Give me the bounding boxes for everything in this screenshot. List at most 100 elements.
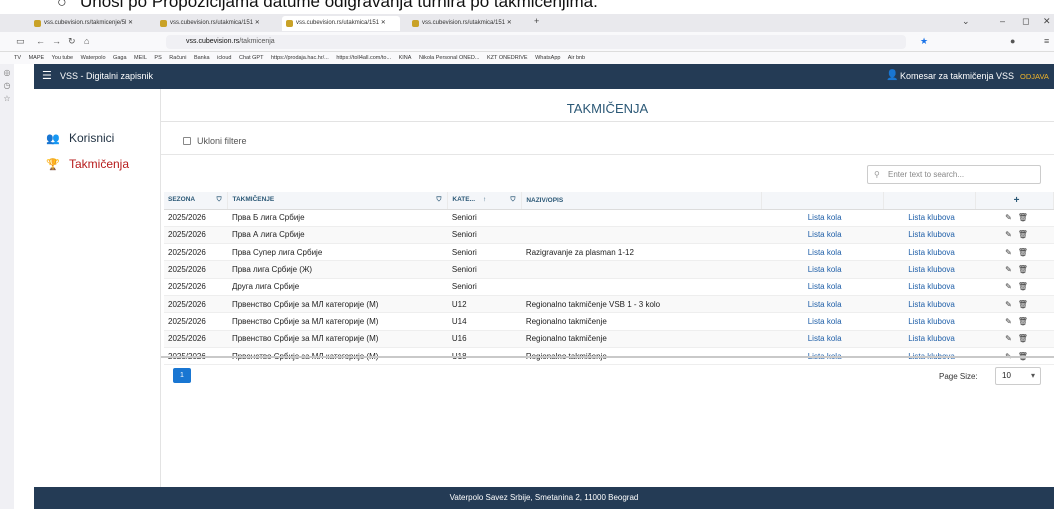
bookmark-item[interactable]: KZT ONEDRIVE — [487, 55, 528, 61]
reload-icon[interactable]: ↻ — [68, 36, 76, 47]
browser-tab[interactable]: vss.cubevision.rs/utakmica/151 ✕ — [156, 16, 274, 31]
document-caption: ○ Unosi po Propozicijama datume odigrava… — [0, 0, 1054, 14]
extensions-icon[interactable]: ● — [1010, 36, 1015, 46]
delete-icon[interactable]: 🗑 — [1018, 300, 1028, 309]
sidebar-toggle-icon[interactable]: ▭ — [16, 36, 25, 47]
table-row: 2025/2026 Прва лига Србије (Ж) Seniori L… — [164, 260, 1054, 279]
column-header-clubs — [883, 192, 977, 210]
sidebar-item-competitions[interactable]: 🏆 Takmičenja — [46, 156, 129, 172]
delete-icon[interactable]: 🗑 — [1018, 213, 1028, 222]
add-button[interactable]: + — [975, 192, 1054, 210]
close-icon[interactable]: ✕ — [1043, 16, 1051, 27]
filter-icon[interactable]: ⛉ — [217, 196, 222, 204]
bookmark-item[interactable]: Banka — [194, 55, 210, 61]
clubs-list-link[interactable]: Lista klubova — [883, 209, 976, 227]
bookmark-item[interactable]: TV — [14, 55, 21, 61]
back-icon[interactable]: ← — [36, 36, 45, 46]
forward-icon[interactable]: → — [52, 36, 61, 46]
rounds-list-link[interactable]: Lista kola — [761, 312, 884, 331]
bookmark-star-icon[interactable]: ★ — [920, 36, 928, 47]
clubs-list-link[interactable]: Lista klubova — [883, 243, 976, 262]
bookmark-item[interactable]: icloud — [217, 55, 231, 61]
edit-icon[interactable]: ✎ — [1005, 265, 1012, 274]
bookmark-item[interactable]: Nikola Personal ONED... — [419, 55, 480, 61]
delete-icon[interactable]: 🗑 — [1018, 230, 1028, 239]
edit-icon[interactable]: ✎ — [1005, 213, 1012, 222]
bookmark-item[interactable]: https://toll4all.com/to... — [336, 55, 391, 61]
menu-icon[interactable]: ≡ — [1044, 36, 1049, 46]
filter-icon[interactable]: ⛉ — [437, 196, 442, 204]
bookmark-item[interactable]: Računi — [169, 55, 186, 61]
logout-button[interactable]: ODJAVA — [1020, 72, 1049, 81]
bullet-icon: ○ — [57, 0, 67, 11]
column-header-rounds — [761, 192, 885, 210]
clubs-list-link[interactable]: Lista klubova — [883, 226, 976, 245]
page-button-current[interactable]: 1 — [173, 368, 191, 383]
bookmark-item[interactable]: MAPE — [29, 55, 45, 61]
caption-text: Unosi po Propozicijama datume odigravanj… — [80, 0, 598, 11]
edit-icon[interactable]: ✎ — [1005, 317, 1012, 326]
bookmark-item[interactable]: PS — [154, 55, 161, 61]
rounds-list-link[interactable]: Lista kola — [761, 260, 884, 279]
delete-icon[interactable]: 🗑 — [1018, 282, 1028, 291]
rounds-list-link[interactable]: Lista kola — [761, 226, 884, 245]
delete-icon[interactable]: 🗑 — [1018, 248, 1028, 257]
bookmark-item[interactable]: https://prodaja.hac.hr/... — [271, 55, 329, 61]
bookmark-item[interactable]: Chat GPT — [239, 55, 263, 61]
delete-icon[interactable]: 🗑 — [1018, 317, 1028, 326]
edit-icon[interactable]: ✎ — [1005, 282, 1012, 291]
sort-ascending-icon[interactable]: ↑ — [483, 196, 486, 203]
rounds-list-link[interactable]: Lista kola — [761, 278, 884, 296]
column-header-category[interactable]: KATE... ↑ ⛉ — [447, 192, 523, 210]
url-field[interactable]: vss.cubevision.rs/takmicenja — [166, 35, 906, 49]
sidebar-item-users[interactable]: 👥 Korisnici — [46, 130, 114, 146]
address-bar-row: ▭ ← → ↻ ⌂ vss.cubevision.rs/takmicenja ★… — [0, 32, 1054, 52]
search-input[interactable]: ⚲ Enter text to search... — [867, 165, 1041, 184]
extension-icon[interactable]: ◎ — [0, 68, 14, 77]
history-icon[interactable]: ◷ — [0, 81, 14, 90]
rounds-list-link[interactable]: Lista kola — [761, 243, 884, 262]
clubs-list-link[interactable]: Lista klubova — [883, 330, 976, 348]
bookmark-item[interactable]: Gaga — [113, 55, 126, 61]
browser-tab[interactable]: vss.cubevision.rs/utakmica/151 ✕ — [408, 16, 526, 31]
bookmark-item[interactable]: KINA — [399, 55, 412, 61]
column-header-season[interactable]: SEZONA ⛉ — [164, 192, 229, 210]
home-icon[interactable]: ⌂ — [84, 36, 89, 46]
column-header-description[interactable]: NAZIV/OPIS — [521, 192, 763, 210]
search-icon: ⚲ — [874, 170, 880, 179]
bookmark-item[interactable]: You tube — [52, 55, 74, 61]
rounds-list-link[interactable]: Lista kola — [761, 330, 884, 348]
filter-icon[interactable]: ⛉ — [510, 196, 515, 204]
bookmarks-icon[interactable]: ☆ — [0, 94, 14, 103]
browser-tab-active[interactable]: vss.cubevision.rs/utakmica/151 ✕ — [282, 16, 400, 31]
column-header-competition[interactable]: TAKMIČENJE ⛉ — [227, 192, 449, 210]
bookmark-item[interactable]: Waterpolo — [81, 55, 106, 61]
clubs-list-link[interactable]: Lista klubova — [883, 295, 976, 314]
clubs-list-link[interactable]: Lista klubova — [883, 312, 976, 331]
chevron-down-icon[interactable]: ⌄ — [962, 16, 970, 27]
browser-tab[interactable]: vss.cubevision.rs/takmicenje/5l ✕ — [30, 16, 148, 31]
edit-icon[interactable]: ✎ — [1005, 230, 1012, 239]
page-size-select[interactable]: 10 ▾ — [995, 367, 1041, 385]
app-sidebar: 👥 Korisnici 🏆 Takmičenja — [34, 89, 161, 487]
rounds-list-link[interactable]: Lista kola — [761, 295, 884, 314]
clubs-list-link[interactable]: Lista klubova — [883, 260, 976, 279]
page-size-label: Page Size: — [939, 372, 978, 381]
table-row: 2025/2026 Друга лига Србије Seniori List… — [164, 278, 1054, 296]
app-header: ☰ VSS - Digitalni zapisnik 👤 Komesar za … — [34, 64, 1054, 89]
rounds-list-link[interactable]: Lista kola — [761, 209, 884, 227]
delete-icon[interactable]: 🗑 — [1018, 265, 1028, 274]
bookmark-item[interactable]: Air bnb — [568, 55, 585, 61]
bookmark-item[interactable]: MEIL — [134, 55, 147, 61]
minimize-icon[interactable]: – — [1000, 16, 1005, 26]
restore-icon[interactable]: ◻ — [1022, 16, 1029, 27]
clear-filters-button[interactable]: Ukloni filtere — [183, 136, 247, 146]
clubs-list-link[interactable]: Lista klubova — [883, 278, 976, 296]
bookmark-item[interactable]: WhatsApp — [535, 55, 560, 61]
edit-icon[interactable]: ✎ — [1005, 334, 1012, 343]
edit-icon[interactable]: ✎ — [1005, 248, 1012, 257]
hamburger-menu-icon[interactable]: ☰ — [42, 69, 52, 82]
new-tab-icon[interactable]: + — [534, 16, 539, 26]
delete-icon[interactable]: 🗑 — [1018, 334, 1028, 343]
edit-icon[interactable]: ✎ — [1005, 300, 1012, 309]
